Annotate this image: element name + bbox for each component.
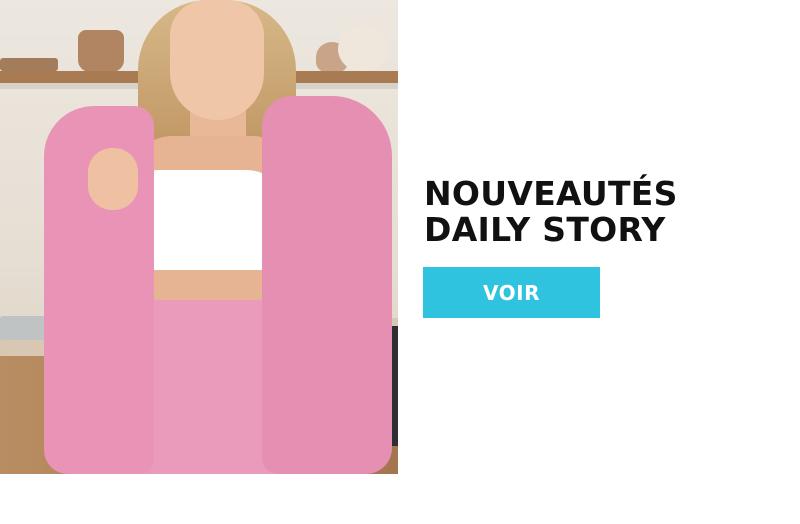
model-hand [88,148,138,210]
voir-button[interactable]: VOIR [423,267,600,318]
headline-line-2: DAILY STORY [424,210,666,249]
promo-banner[interactable]: NOUVEAUTÉS DAILY STORY VOIR [0,0,800,524]
model-face [170,0,264,120]
headline-line-1: NOUVEAUTÉS [424,174,678,213]
pink-shirt-right [262,96,392,474]
model-photo[interactable] [0,0,398,474]
promo-headline: NOUVEAUTÉS DAILY STORY [424,176,764,248]
model-figure [0,0,398,474]
